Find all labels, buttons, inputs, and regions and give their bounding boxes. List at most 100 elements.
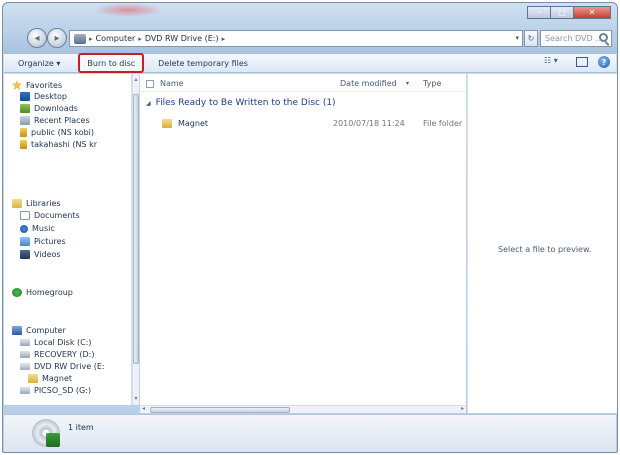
nav-homegroup[interactable]: Homegroup (12, 288, 73, 297)
videos-icon (20, 250, 30, 259)
nav-item-magnet[interactable]: Magnet (28, 374, 72, 383)
column-date-modified[interactable]: Date modified (340, 79, 430, 88)
breadcrumb-dvd-drive[interactable]: DVD RW Drive (E:) (145, 34, 219, 43)
nav-label: Computer (26, 326, 66, 335)
group-header[interactable]: ◢ Files Ready to Be Written to the Disc … (146, 98, 336, 108)
nav-item-videos[interactable]: Videos (20, 250, 61, 259)
nav-computer[interactable]: Computer (12, 326, 66, 335)
window-controls: – □ ✕ (527, 6, 611, 19)
command-bar: Organize ▾ Burn to disc Delete temporary… (4, 53, 616, 73)
preview-pane: Select a file to preview. (467, 74, 617, 413)
item-count: 1 item (68, 423, 94, 432)
file-name: Magnet (178, 118, 209, 128)
nav-label: Magnet (42, 374, 73, 383)
downloads-icon (20, 104, 30, 113)
breadcrumb-separator: ▸ (89, 34, 93, 43)
nav-favorites[interactable]: Favorites (12, 80, 62, 90)
user-folder-icon (20, 140, 27, 149)
scroll-thumb[interactable] (150, 407, 290, 413)
nav-libraries[interactable]: Libraries (12, 199, 61, 208)
nav-item-local-disk[interactable]: Local Disk (C:) (20, 338, 92, 347)
preview-pane-icon[interactable] (576, 57, 588, 67)
user-folder-icon (20, 128, 27, 137)
nav-item-documents[interactable]: Documents (20, 211, 80, 220)
group-label: Files Ready to Be Written to the Disc (1… (155, 98, 336, 108)
burn-to-disc-button[interactable]: Burn to disc (78, 53, 145, 73)
file-date: 2010/07/18 11:24 (333, 118, 405, 128)
column-header-row: Name Date modified ▾ Type (140, 76, 466, 92)
nav-item-pictures[interactable]: Pictures (20, 237, 66, 246)
close-button[interactable]: ✕ (573, 6, 611, 19)
breadcrumb-computer[interactable]: Computer (96, 34, 136, 43)
horizontal-scrollbar[interactable]: ◂ ▸ (140, 405, 466, 413)
search-icon[interactable] (599, 33, 608, 42)
navigation-scrollbar[interactable]: ▴ ▾ (132, 74, 139, 405)
delete-temporary-files-button[interactable]: Delete temporary files (150, 55, 256, 71)
dvd-disc-icon (32, 419, 60, 447)
nav-label: Downloads (34, 104, 78, 113)
table-row[interactable]: Magnet 2010/07/18 11:24 File folder (140, 116, 466, 130)
removable-disk-icon (20, 387, 30, 394)
nav-label: Recent Places (34, 116, 90, 125)
organize-button[interactable]: Organize ▾ (10, 55, 68, 71)
breadcrumb-separator: ▸ (138, 34, 142, 43)
minimize-button[interactable]: – (527, 6, 551, 19)
computer-icon (12, 326, 22, 335)
help-icon[interactable]: ? (598, 56, 610, 68)
address-bar[interactable]: ▸ Computer ▸ DVD RW Drive (E:) ▸ ▾ (69, 30, 523, 47)
nav-label: Desktop (34, 92, 67, 101)
nav-item-recent-places[interactable]: Recent Places (20, 116, 90, 125)
nav-item-recovery[interactable]: RECOVERY (D:) (20, 350, 94, 359)
column-type[interactable]: Type (423, 79, 463, 88)
nav-label: Libraries (26, 199, 61, 208)
column-name[interactable]: Name (160, 79, 340, 88)
maximize-button[interactable]: □ (550, 6, 574, 19)
documents-icon (20, 211, 30, 220)
nav-item-desktop[interactable]: Desktop (20, 92, 67, 101)
address-dropdown-icon[interactable]: ▾ (515, 34, 519, 42)
nav-item-downloads[interactable]: Downloads (20, 104, 78, 113)
navigation-pane: Favorites Desktop Downloads Recent Place… (4, 74, 132, 405)
nav-label: Local Disk (C:) (34, 338, 92, 347)
refresh-button[interactable]: ↻ (524, 30, 538, 47)
aero-glow (93, 3, 163, 17)
nav-label: RECOVERY (D:) (34, 350, 95, 359)
pictures-icon (20, 237, 30, 246)
change-view-icon[interactable]: ☷ ▾ (544, 56, 566, 68)
sort-arrow-icon[interactable]: ▾ (406, 80, 409, 87)
collapse-icon[interactable]: ◢ (146, 100, 151, 107)
homegroup-icon (12, 288, 22, 297)
nav-label: PICSO_SD (G:) (34, 386, 92, 395)
music-icon (20, 224, 28, 233)
nav-label: Homegroup (26, 288, 73, 297)
details-pane: 1 item (4, 414, 616, 452)
scroll-up-icon[interactable]: ▴ (133, 76, 139, 84)
star-icon (12, 80, 22, 90)
forward-button[interactable]: ▸ (47, 28, 67, 48)
file-list: Name Date modified ▾ Type ◢ Files Ready … (140, 74, 466, 405)
drive-icon (74, 33, 86, 44)
nav-label: Pictures (34, 237, 66, 246)
scroll-right-icon[interactable]: ▸ (461, 405, 464, 412)
preview-message: Select a file to preview. (498, 245, 592, 254)
title-bar: – □ ✕ ◂ ▸ ▸ Computer ▸ DVD RW Drive (E:)… (3, 3, 617, 53)
nav-item-sd-card[interactable]: PICSO_SD (G:) (20, 386, 91, 395)
scroll-thumb[interactable] (133, 94, 139, 364)
back-button[interactable]: ◂ (27, 28, 47, 48)
recent-places-icon (20, 116, 30, 125)
folder-icon (162, 118, 172, 128)
scroll-down-icon[interactable]: ▾ (133, 395, 139, 403)
dvd-drive-icon (20, 363, 30, 370)
libraries-icon (12, 199, 22, 208)
nav-item-music[interactable]: Music (20, 224, 55, 233)
nav-item-dvd-drive[interactable]: DVD RW Drive (E: (20, 362, 105, 371)
nav-label: DVD RW Drive (E: (34, 362, 105, 371)
desktop-icon (20, 92, 30, 101)
search-input[interactable]: Search DVD ... (540, 30, 612, 47)
folder-icon (28, 374, 38, 383)
nav-item-public[interactable]: public (NS kobi) (20, 128, 94, 137)
scroll-left-icon[interactable]: ◂ (142, 405, 145, 412)
nav-item-takahashi[interactable]: takahashi (NS kr (20, 140, 97, 149)
select-all-checkbox[interactable] (146, 79, 154, 88)
hard-disk-icon (20, 339, 30, 346)
